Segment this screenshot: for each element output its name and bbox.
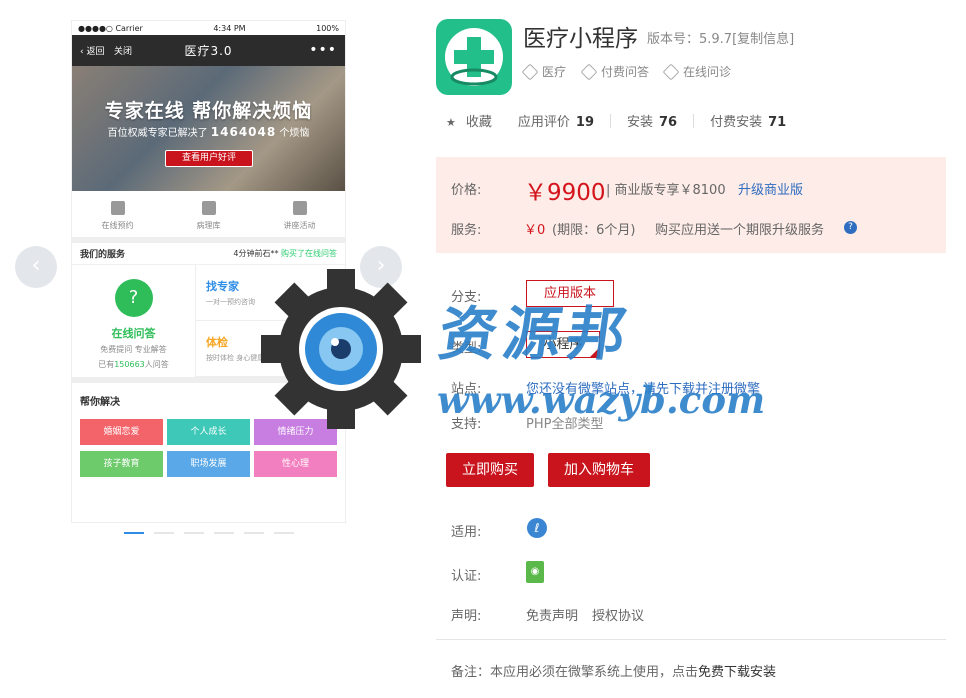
license-link[interactable]: 授权协议 xyxy=(592,605,644,624)
quick-nav: 在线预约 病理库 讲座活动 xyxy=(72,191,345,243)
price-value: ￥9900 xyxy=(524,180,606,206)
app-stats: ★ 收藏 应用评价 19 安装 76 付费安装 71 xyxy=(446,111,786,130)
free-download-link[interactable]: 免费下载安装 xyxy=(698,665,776,680)
banner-button: 查看用户好评 xyxy=(165,150,253,167)
miniprogram-icon: ℓ xyxy=(527,518,547,538)
disclaimer-link[interactable]: 免责声明 xyxy=(526,605,578,624)
carousel-prev-button[interactable]: ‹ xyxy=(15,246,57,288)
favorite-button[interactable]: ★ 收藏 xyxy=(446,111,492,130)
tag-medical[interactable]: 医疗 xyxy=(521,63,566,80)
banner-subtitle: 百位权威专家已解决了 1464048 个烦恼 xyxy=(107,125,310,139)
more-icon: ••• xyxy=(309,42,337,58)
help-tag: 孩子教育 xyxy=(80,451,163,477)
banner: 专家在线 帮你解决烦恼 百位权威专家已解决了 1464048 个烦恼 查看用户好… xyxy=(72,66,345,191)
help-tag: 性心理 xyxy=(254,451,337,477)
tag-paid-qa[interactable]: 付费问答 xyxy=(580,63,649,80)
tag-icon xyxy=(662,63,680,80)
watermark-gear-logo xyxy=(261,269,421,429)
carrier: ●●●●○ Carrier xyxy=(78,23,143,33)
certified-badge-icon: ◉ xyxy=(526,561,544,583)
lecture-icon xyxy=(292,201,307,215)
service-label: 服务: xyxy=(451,223,482,238)
watermark-cn: 资源邦 xyxy=(434,300,637,368)
divider xyxy=(436,639,946,640)
qnav-item: 在线预约 xyxy=(72,201,163,237)
question-icon: ? xyxy=(114,279,153,317)
installs: 安装 76 xyxy=(627,115,678,130)
battery: 100% xyxy=(316,23,339,33)
footer-note: 备注：本应用必须在微擎系统上使用，点击免费下载安装 xyxy=(451,665,777,680)
price-label: 价格: xyxy=(451,183,482,198)
tag-online-consult[interactable]: 在线问诊 xyxy=(662,63,731,80)
phone-statusbar: ●●●●○ Carrier 4:34 PM 100% xyxy=(72,21,345,35)
statement-label: 声明: xyxy=(451,609,482,624)
paid-installs: 付费安装 71 xyxy=(710,115,787,130)
banner-title: 专家在线 帮你解决烦恼 xyxy=(104,100,313,122)
price-box: 价格: ￥9900 | 商业版专享￥8100 升级商业版 服务: ￥0 (期限：… xyxy=(436,157,946,253)
help-tag: 职场发展 xyxy=(167,451,250,477)
business-price: | 商业版专享￥8100 xyxy=(606,183,726,198)
buy-now-button[interactable]: 立即购买 xyxy=(446,453,534,487)
tag-icon xyxy=(580,63,598,80)
qnav-item: 病理库 xyxy=(163,201,254,237)
services-header: 我们的服务 4分钟前石** 购买了在线问答 xyxy=(72,243,345,265)
help-tag: 婚姻恋爱 xyxy=(80,419,163,445)
tag-icon xyxy=(521,63,539,80)
service-desc: 购买应用送一个期限升级服务 xyxy=(655,223,825,238)
clipboard-icon xyxy=(201,201,216,215)
qnav-item: 讲座活动 xyxy=(254,201,345,237)
help-tag: 个人成长 xyxy=(167,419,250,445)
phone-title: 医疗3.0 xyxy=(184,44,233,58)
phone-navbar: ‹ 返回 关闭 医疗3.0 ••• xyxy=(72,35,345,66)
upgrade-link[interactable]: 升级商业版 xyxy=(738,179,803,198)
app-icon xyxy=(436,19,512,95)
version-info[interactable]: 版本号：5.9.7[复制信息] xyxy=(647,28,794,47)
monitor-icon xyxy=(110,201,125,215)
rating[interactable]: 应用评价 19 xyxy=(518,111,594,130)
service-price: ￥0 xyxy=(524,223,546,238)
time: 4:34 PM xyxy=(213,23,246,33)
app-name: 医疗小程序 xyxy=(523,26,638,52)
watermark-url: www.wazyb.com xyxy=(437,378,766,422)
service-period: (期限：6个月) xyxy=(552,223,636,238)
add-cart-button[interactable]: 加入购物车 xyxy=(548,453,650,487)
carousel-dots[interactable] xyxy=(124,532,294,534)
apply-label: 适用: xyxy=(451,525,482,540)
help-icon[interactable]: ? xyxy=(844,221,857,234)
cert-label: 认证: xyxy=(451,569,482,584)
star-icon: ★ xyxy=(446,116,456,129)
